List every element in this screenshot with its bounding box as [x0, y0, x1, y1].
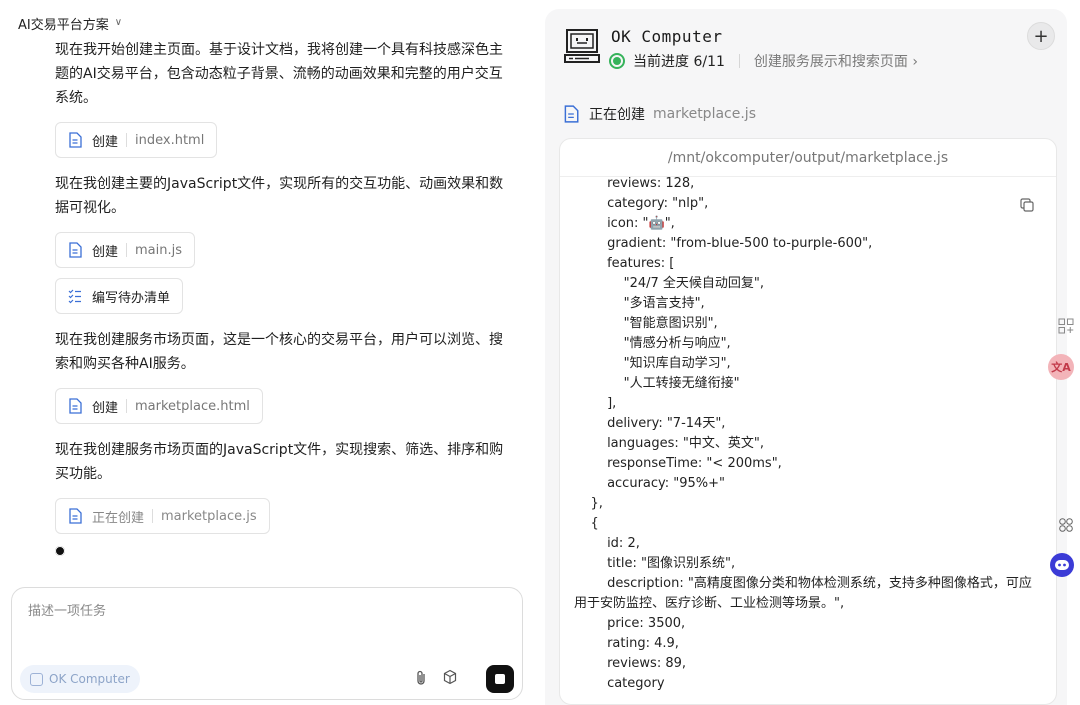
stop-button[interactable] — [486, 665, 514, 693]
plus-icon: + — [1033, 25, 1049, 47]
chip-divider — [126, 133, 128, 147]
chip-action: 创建 — [92, 400, 119, 416]
code-line: icon: "🤖", — [574, 216, 675, 231]
progress-divider — [738, 54, 740, 68]
conversation-title[interactable]: AI交易平台方案 ∨ — [18, 14, 122, 33]
file-icon — [69, 242, 82, 258]
code-line: category — [574, 676, 665, 691]
code-line: title: "图像识别系统", — [574, 556, 736, 571]
chip-divider — [152, 509, 154, 523]
assistant-message: 现在我创建主要的JavaScript文件，实现所有的交互功能、动画效果和数据可视… — [55, 176, 504, 216]
code-viewer: /mnt/okcomputer/output/marketplace.js re… — [559, 138, 1057, 705]
floating-toolbar: 文A — [1048, 0, 1080, 705]
current-action: 正在创建 marketplace.js — [563, 104, 756, 124]
computer-panel: OK Computer 当前进度 6/11 创建服务展示和搜索页面 › + 正在… — [545, 9, 1067, 705]
chip-action: 正在创建 — [92, 510, 145, 526]
code-line: id: 2, — [574, 536, 640, 551]
code-line: responseTime: "< 200ms", — [574, 456, 782, 471]
todo-chip[interactable]: 编写待办清单 — [55, 278, 184, 314]
file-icon — [69, 508, 82, 524]
translate-icon[interactable]: 文A — [1048, 354, 1074, 380]
apps-icon[interactable] — [1058, 517, 1074, 537]
chat-panel: AI交易平台方案 ∨ 现在我开始创建主页面。基于设计文档，我将创建一个具有科技感… — [0, 0, 540, 705]
chip-filename: marketplace.js — [161, 508, 257, 524]
chip-divider — [126, 399, 128, 413]
loading-indicator-icon — [55, 546, 65, 556]
code-line: delivery: "7-14天", — [574, 416, 726, 431]
paperclip-icon[interactable] — [414, 670, 428, 690]
composer: OK Computer — [11, 587, 523, 700]
copy-icon[interactable] — [1020, 197, 1034, 216]
mode-label: OK Computer — [49, 672, 130, 686]
progress-label: 当前进度 6/11 — [633, 54, 725, 70]
file-path: /mnt/okcomputer/output/marketplace.js — [560, 139, 1056, 177]
chip-action: 创建 — [92, 244, 119, 260]
assistant-bot-icon[interactable] — [1050, 553, 1074, 577]
chevron-down-icon: ∨ — [114, 17, 123, 28]
app-root: AI交易平台方案 ∨ 现在我开始创建主页面。基于设计文档，我将创建一个具有科技感… — [0, 0, 1080, 705]
file-action-chip[interactable]: 创建 index.html — [55, 122, 218, 158]
code-body[interactable]: reviews: 128, category: "nlp", icon: "🤖"… — [560, 177, 1056, 704]
code-line: }, — [574, 496, 603, 511]
cube-icon[interactable] — [442, 669, 458, 689]
message-list: 现在我开始创建主页面。基于设计文档，我将创建一个具有科技感深色主题的AI交易平台… — [55, 40, 515, 556]
code-line: description: "高精度图像分类和物体检测系统，支持多种图像格式，可应… — [574, 576, 1032, 611]
assistant-message: 现在我创建服务市场页面，这是一个核心的交易平台，用户可以浏览、搜索和购买各种AI… — [55, 332, 503, 372]
chip-divider — [126, 243, 128, 257]
current-action-file: marketplace.js — [653, 106, 756, 122]
file-icon — [69, 132, 82, 148]
code-line: "多语言支持", — [574, 296, 705, 311]
chip-filename: index.html — [135, 132, 205, 148]
code-line: "知识库自动学习", — [574, 356, 731, 371]
layout-grid-icon[interactable] — [1058, 318, 1074, 338]
code-line: gradient: "from-blue-500 to-purple-600", — [574, 236, 873, 251]
progress-step[interactable]: 创建服务展示和搜索页面 › — [754, 51, 918, 71]
code-line: features: [ — [574, 256, 675, 271]
task-input[interactable] — [28, 600, 498, 650]
status-running-icon — [609, 53, 625, 69]
progress-step-text: 创建服务展示和搜索页面 — [753, 54, 908, 70]
code-line: accuracy: "95%+" — [574, 476, 726, 491]
code-line: languages: "中文、英文", — [574, 436, 764, 451]
assistant-message: 现在我创建服务市场页面的JavaScript文件，实现搜索、筛选、排序和购买功能… — [55, 442, 504, 482]
stop-icon — [495, 674, 505, 684]
computer-icon — [564, 29, 600, 63]
computer-mode-icon — [30, 672, 43, 686]
code-line: price: 3500, — [574, 616, 686, 631]
progress-row: 当前进度 6/11 创建服务展示和搜索页面 › — [609, 51, 918, 71]
todo-label: 编写待办清单 — [92, 290, 171, 306]
chip-filename: main.js — [135, 242, 183, 258]
mode-chip[interactable]: OK Computer — [20, 665, 140, 693]
code-line: "24/7 全天候自动回复", — [574, 276, 765, 291]
chip-action: 创建 — [92, 134, 119, 150]
code-line: "智能意图识别", — [574, 316, 718, 331]
code-line: "情感分析与响应", — [574, 336, 731, 351]
file-action-chip[interactable]: 创建 marketplace.html — [55, 388, 263, 424]
file-icon — [564, 105, 579, 123]
checklist-icon — [68, 289, 81, 304]
assistant-message: 现在我开始创建主页面。基于设计文档，我将创建一个具有科技感深色主题的AI交易平台… — [55, 42, 503, 106]
file-icon — [69, 398, 82, 414]
code-line: category: "nlp", — [574, 196, 709, 211]
chevron-right-icon: › — [912, 54, 918, 70]
file-action-chip[interactable]: 创建 main.js — [55, 232, 196, 268]
code-line: reviews: 128, — [574, 177, 695, 191]
code-line: { — [574, 516, 599, 531]
code-line: reviews: 89, — [574, 656, 687, 671]
code-line: ], — [574, 396, 617, 411]
chip-filename: marketplace.html — [135, 398, 250, 414]
conversation-title-text: AI交易平台方案 — [18, 18, 109, 33]
current-action-label: 正在创建 — [589, 107, 645, 123]
code-line: "人工转接无缝衔接" — [574, 376, 740, 391]
code-lines: reviews: 128, category: "nlp", icon: "🤖"… — [574, 177, 1044, 694]
file-action-chip-in-progress[interactable]: 正在创建 marketplace.js — [55, 498, 270, 534]
code-line: rating: 4.9, — [574, 636, 679, 651]
